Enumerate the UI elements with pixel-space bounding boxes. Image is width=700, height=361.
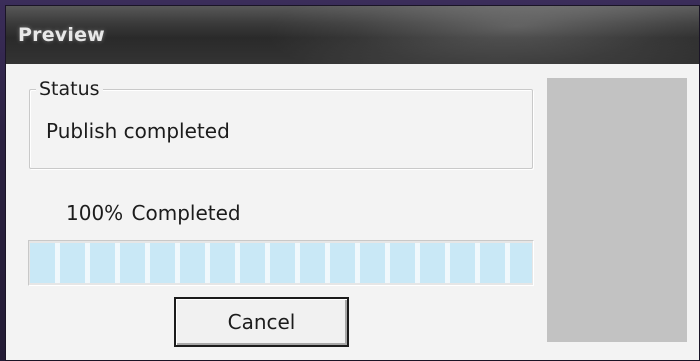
progress-bar (28, 240, 534, 286)
preview-thumbnail-pane (547, 78, 687, 342)
dialog-body: Status Publish completed 100% Completed … (6, 64, 699, 360)
status-group-label: Status (36, 77, 103, 101)
cancel-button[interactable]: Cancel (174, 297, 349, 347)
title-bar[interactable]: Preview (6, 6, 699, 64)
progress-bar-fill (30, 243, 532, 283)
window-title: Preview (18, 24, 105, 46)
preview-dialog: Preview Status Publish completed 100% Co… (5, 5, 700, 361)
title-bar-glass (231, 6, 699, 64)
progress-label: 100% Completed (66, 201, 241, 225)
status-message: Publish completed (46, 119, 230, 143)
desktop-frame: Preview Status Publish completed 100% Co… (0, 0, 700, 361)
